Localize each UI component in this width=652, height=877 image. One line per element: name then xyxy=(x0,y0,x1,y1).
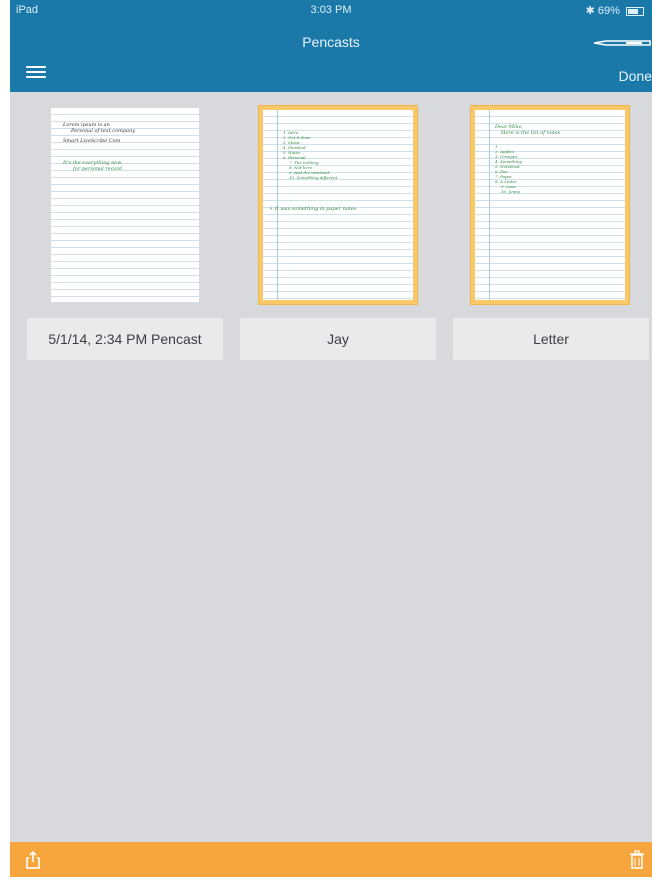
hamburger-icon xyxy=(26,66,46,78)
handwriting-green: 1. Intro 2. Get it done 3. Music 4. Fini… xyxy=(283,130,338,180)
battery-indicator: ✱ 69% xyxy=(586,4,644,17)
done-button[interactable]: Done xyxy=(619,68,652,84)
pencast-title-button[interactable]: 5/1/14, 2:34 PM Pencast xyxy=(27,318,223,360)
battery-percent: 69% xyxy=(597,5,620,17)
status-time: 3:03 PM xyxy=(310,4,352,16)
battery-icon xyxy=(626,6,644,16)
page-title: Pencasts xyxy=(302,34,360,50)
trash-icon[interactable] xyxy=(630,850,644,870)
handwriting-black: Lorem ipsum is an Personal of text compa… xyxy=(63,122,136,144)
share-icon[interactable] xyxy=(24,850,42,870)
bluetooth-icon: ✱ xyxy=(585,5,595,17)
navigation-bar: Pencasts Done xyxy=(10,22,652,92)
pencast-thumbnail[interactable]: Lorem ipsum is an Personal of text compa… xyxy=(27,105,223,305)
handwriting-green: It's the everything now for personal rec… xyxy=(63,160,123,172)
bottom-toolbar xyxy=(10,842,652,877)
notebook-page: Dear Mike, Here is the list of notes 1. … xyxy=(475,110,625,300)
pencast-title-button[interactable]: Jay xyxy=(240,318,436,360)
pencast-thumbnail[interactable]: Dear Mike, Here is the list of notes 1. … xyxy=(453,105,649,305)
handwriting-footer: + It was something in paper notes xyxy=(269,206,357,212)
pencast-thumbnail[interactable]: 1. Intro 2. Get it done 3. Music 4. Fini… xyxy=(240,105,436,305)
pencasts-screen: iPad 3:03 PM ✱ 69% Pencasts Done Lorem i… xyxy=(10,0,652,877)
pen-icon[interactable] xyxy=(592,36,652,50)
handwriting-green: 1. 2. Apples 3. Oranges 4. Something 5. … xyxy=(495,144,522,194)
notebook-page: Lorem ipsum is an Personal of text compa… xyxy=(51,108,199,302)
pencast-title-button[interactable]: Letter xyxy=(453,318,649,360)
notebook-page: 1. Intro 2. Get it done 3. Music 4. Fini… xyxy=(263,110,413,300)
handwriting-header: Dear Mike, Here is the list of notes xyxy=(495,124,561,136)
status-bar: iPad 3:03 PM ✱ 69% xyxy=(10,0,652,22)
menu-button[interactable] xyxy=(26,66,46,82)
